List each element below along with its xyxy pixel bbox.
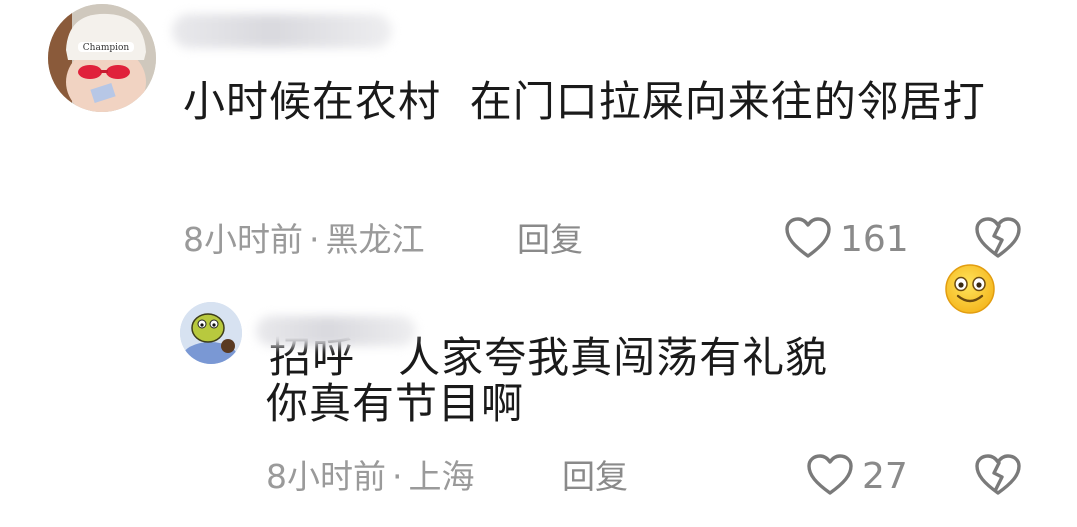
comment-time: 8小时前 [183, 220, 303, 259]
broken-heart-dislike-icon[interactable] [974, 453, 1022, 501]
username-blurred[interactable] [256, 316, 416, 346]
like-count: 161 [840, 219, 909, 260]
reply-meta: 8小时前 · 上海 [266, 457, 475, 497]
avatar[interactable] [180, 302, 242, 364]
username-blurred[interactable] [172, 14, 392, 48]
comment-meta: 8小时前 · 黑龙江 [183, 220, 425, 260]
meta-separator: · [392, 457, 403, 496]
avatar[interactable]: Champion [48, 4, 156, 112]
comment-text-line-1: 小时候在农村 在门口拉屎向来往的邻居打 [183, 77, 986, 126]
reply-text: 你真有节目啊 [266, 379, 525, 428]
reply-time: 8小时前 [266, 457, 386, 496]
reply-button[interactable]: 回复 [517, 220, 583, 260]
meta-separator: · [309, 220, 320, 259]
broken-heart-dislike-icon[interactable] [974, 216, 1022, 264]
heart-like-icon[interactable] [806, 453, 854, 501]
avatar-image [180, 302, 242, 364]
like-count: 27 [862, 456, 908, 497]
avatar-image: Champion [48, 4, 156, 112]
reply-button[interactable]: 回复 [562, 457, 628, 497]
reply-location: 上海 [408, 457, 475, 496]
comment-location: 黑龙江 [325, 220, 425, 259]
svg-text:Champion: Champion [83, 43, 130, 53]
heart-like-icon[interactable] [784, 216, 832, 264]
